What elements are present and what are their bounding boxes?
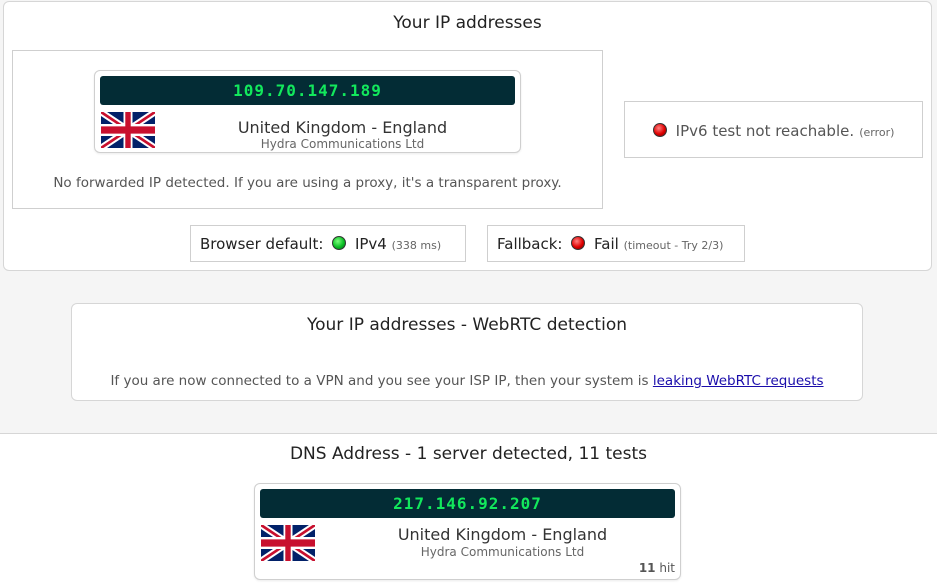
ip-addresses-card: Your IP addresses 109.70.147.189 United … xyxy=(3,1,932,271)
fallback-label: Fallback: xyxy=(497,235,563,253)
dns-ip-address[interactable]: 217.146.92.207 xyxy=(260,489,675,518)
dns-divider xyxy=(0,433,937,434)
ipv6-status: IPv6 test not reachable. (error) xyxy=(625,121,922,140)
ipv4-country: United Kingdom - England xyxy=(237,118,448,137)
ipv4-result: 109.70.147.189 United Kingdom - England … xyxy=(94,70,521,153)
ipv6-error-label: (error) xyxy=(859,126,895,139)
ipv4-address[interactable]: 109.70.147.189 xyxy=(100,76,515,105)
browser-default-value: IPv4 xyxy=(354,235,387,253)
ipv6-panel: IPv6 test not reachable. (error) xyxy=(624,101,923,158)
dns-hits: 11 hit xyxy=(639,561,675,575)
dns-hits-label: hit xyxy=(659,561,675,575)
webrtc-card: Your IP addresses - WebRTC detection If … xyxy=(71,303,863,401)
browser-default-box: Browser default: IPv4 (338 ms) xyxy=(190,225,466,262)
browser-default-time: (338 ms) xyxy=(391,239,442,252)
ipv4-panel: 109.70.147.189 United Kingdom - England … xyxy=(12,50,603,209)
webrtc-note: If you are now connected to a VPN and yo… xyxy=(72,373,862,389)
uk-flag-icon xyxy=(261,525,315,561)
uk-flag-icon xyxy=(101,112,155,148)
ipv4-ok-indicator-icon xyxy=(332,236,347,250)
ipv4-isp: Hydra Communications Ltd xyxy=(260,137,425,151)
fallback-fail-indicator-icon xyxy=(571,236,586,250)
forwarded-ip-note: No forwarded IP detected. If you are usi… xyxy=(53,175,562,191)
ipv6-status-text: IPv6 test not reachable. xyxy=(675,122,855,140)
browser-default-label: Browser default: xyxy=(200,235,324,253)
webrtc-note-text: If you are now connected to a VPN and yo… xyxy=(110,373,649,389)
fallback-row: Fallback: Fail (timeout - Try 2/3) xyxy=(497,235,723,253)
ip-section-title: Your IP addresses xyxy=(393,13,542,33)
dns-hits-count: 11 xyxy=(638,561,656,575)
fallback-detail: (timeout - Try 2/3) xyxy=(623,239,724,252)
dns-title: DNS Address - 1 server detected, 11 test… xyxy=(289,444,648,464)
dns-isp: Hydra Communications Ltd xyxy=(420,545,585,559)
dns-section: DNS Address - 1 server detected, 11 test… xyxy=(0,433,937,586)
fallback-value: Fail xyxy=(594,235,619,253)
webrtc-title: Your IP addresses - WebRTC detection xyxy=(307,315,627,335)
ipv6-fail-indicator-icon xyxy=(652,123,667,137)
browser-default-row: Browser default: IPv4 (338 ms) xyxy=(200,235,441,253)
webrtc-leak-link[interactable]: leaking WebRTC requests xyxy=(653,373,824,389)
fallback-box: Fallback: Fail (timeout - Try 2/3) xyxy=(487,225,745,262)
dns-country: United Kingdom - England xyxy=(397,525,608,544)
dns-result: 217.146.92.207 United Kingdom - England … xyxy=(254,483,681,580)
